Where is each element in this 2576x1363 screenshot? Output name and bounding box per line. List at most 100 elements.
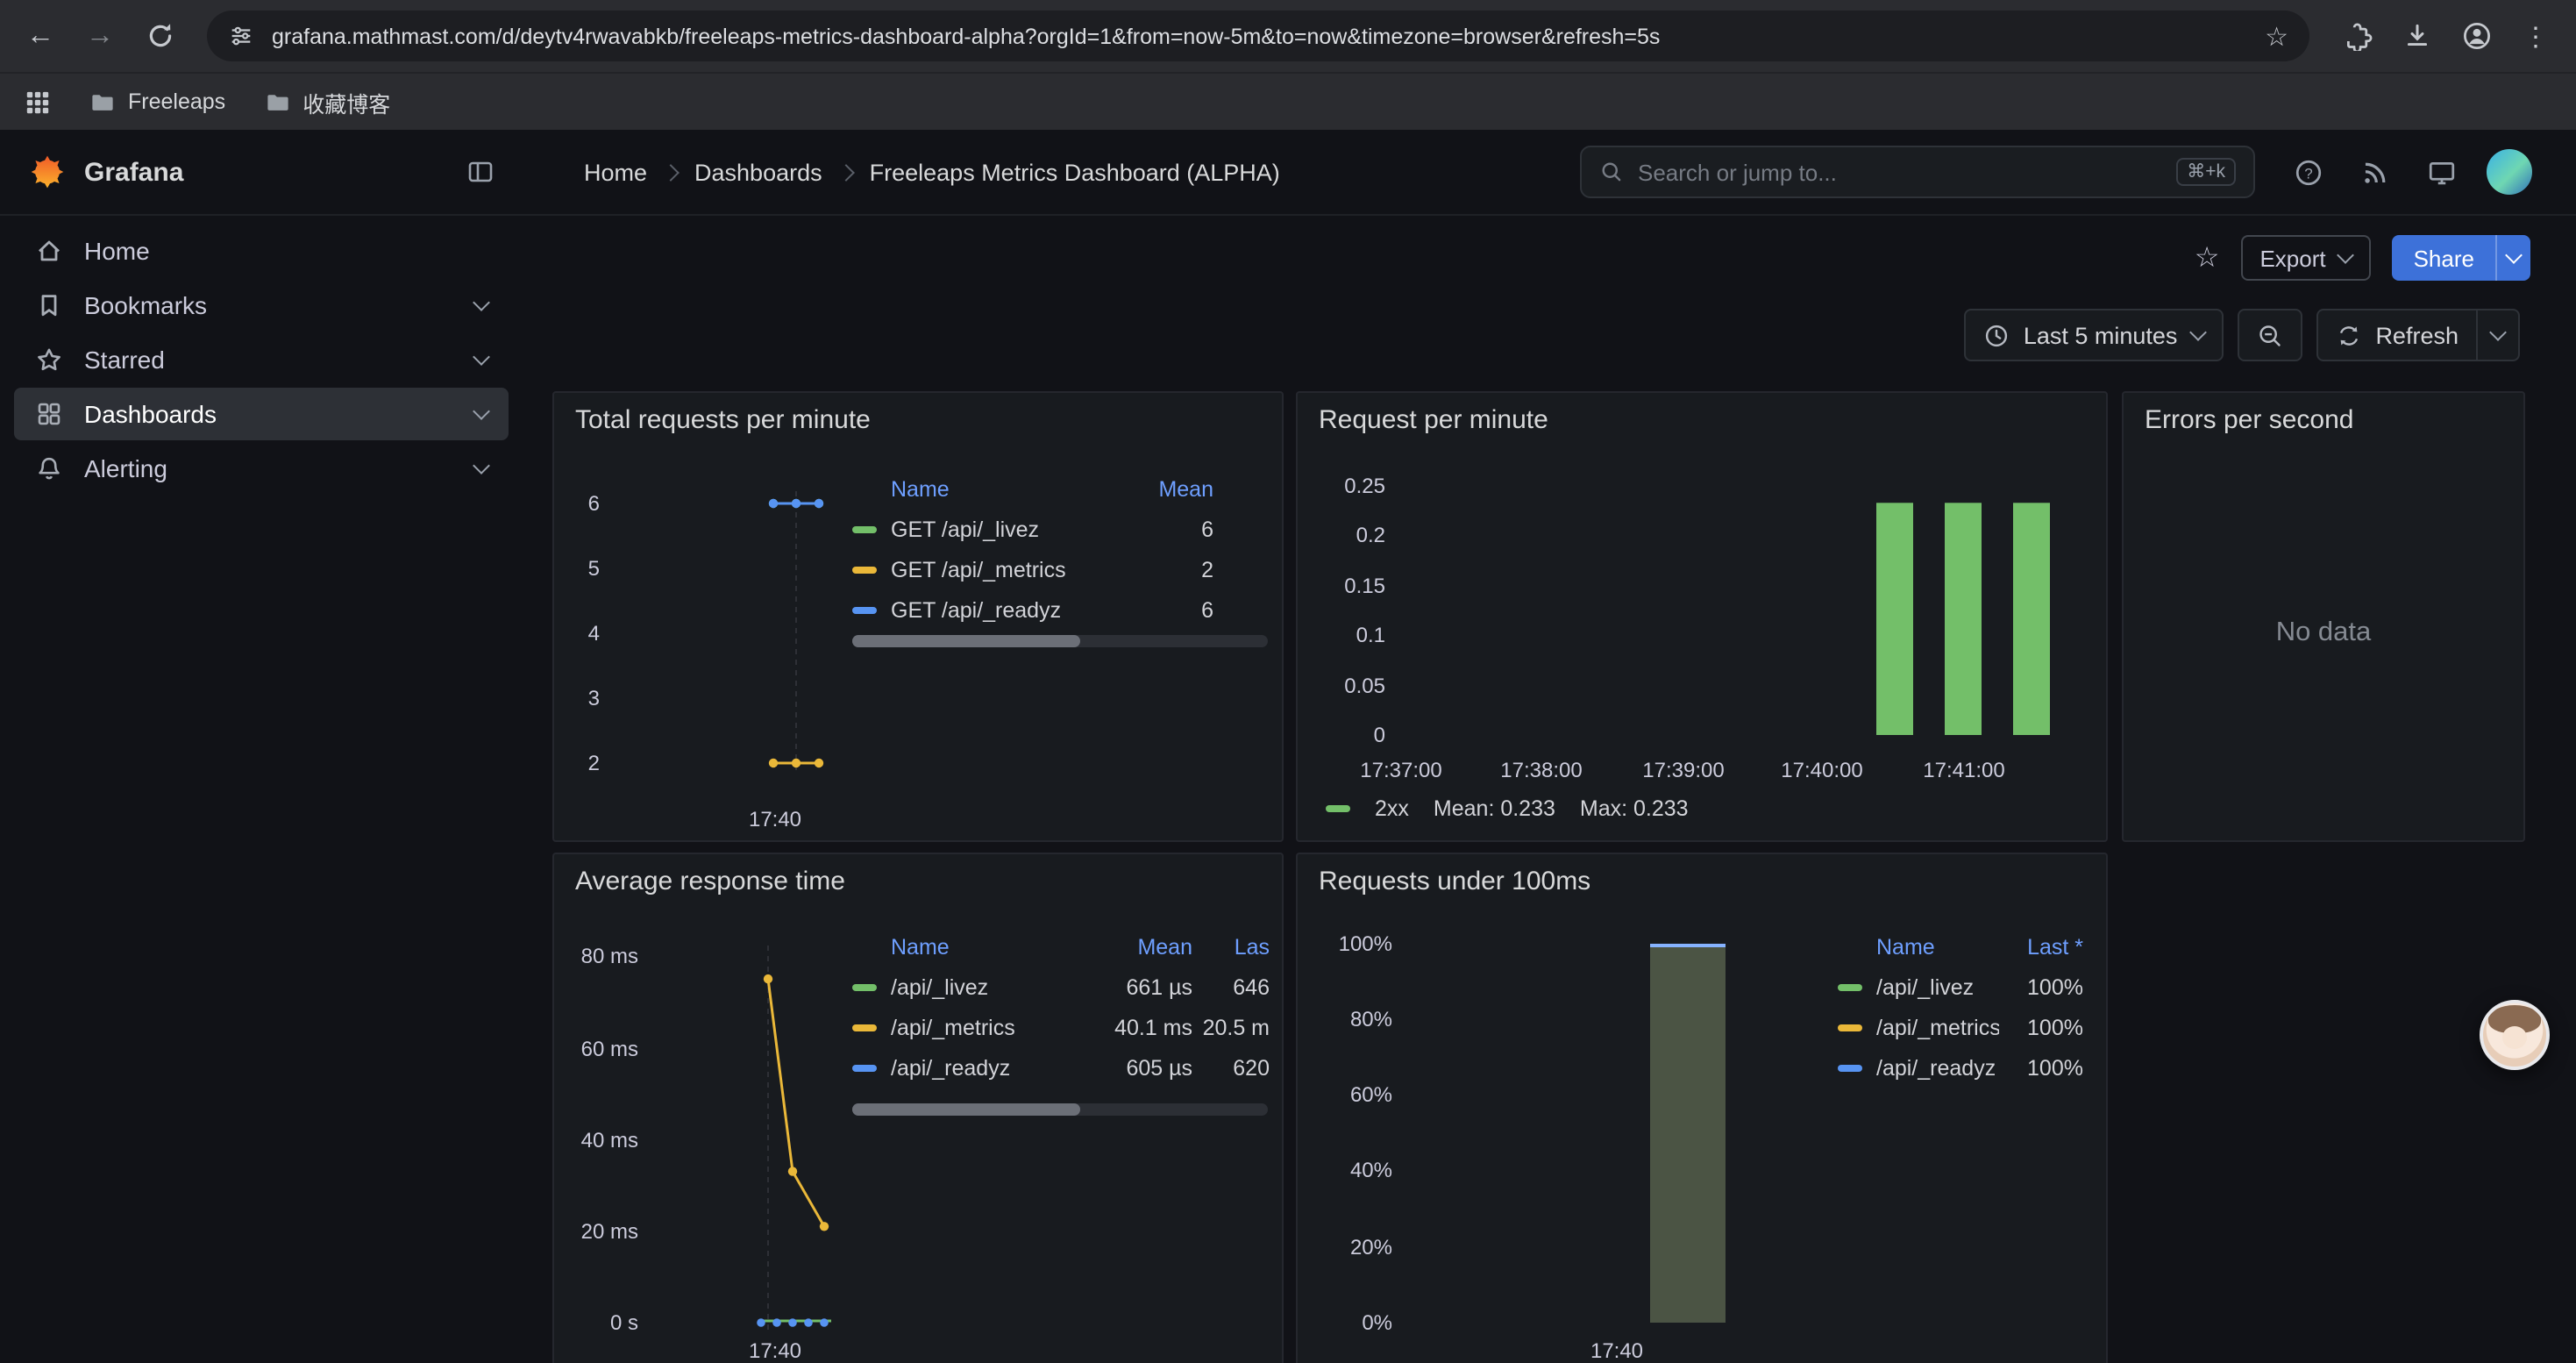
grafana-logo-icon[interactable] bbox=[28, 153, 67, 191]
breadcrumb-separator-icon bbox=[837, 163, 855, 181]
series-color-icon bbox=[852, 1064, 877, 1071]
sidebar-item-alerting[interactable]: Alerting bbox=[14, 442, 509, 495]
menu-kebab-icon[interactable]: ⋮ bbox=[2509, 10, 2562, 62]
time-controls: Last 5 minutes Refresh bbox=[1964, 309, 2520, 361]
legend-header: Name Mean Las bbox=[852, 928, 1270, 967]
export-button[interactable]: Export bbox=[2240, 235, 2371, 281]
legend-row[interactable]: /api/_livez100% bbox=[1838, 967, 2083, 1007]
monitor-icon[interactable] bbox=[2420, 151, 2462, 193]
panel-title[interactable]: Requests under 100ms bbox=[1319, 867, 1590, 896]
sidebar-item-label: Starred bbox=[84, 346, 165, 374]
favorite-star-icon[interactable]: ☆ bbox=[2195, 240, 2220, 275]
legend[interactable]: 2xx Mean: 0.233 Max: 0.233 bbox=[1326, 796, 1689, 821]
bookmark-folder-freeleaps[interactable]: Freeleaps bbox=[89, 89, 225, 115]
forward-icon[interactable]: → bbox=[74, 10, 126, 62]
zoom-out-icon[interactable] bbox=[2237, 309, 2302, 361]
dashboard-content: ☆ Export Share Last 5 minutes bbox=[523, 216, 2576, 1363]
header-icons: ? bbox=[2287, 149, 2532, 195]
svg-text:80 ms: 80 ms bbox=[581, 945, 638, 968]
scrollbar-thumb[interactable] bbox=[852, 635, 1081, 647]
bookmark-star-icon[interactable]: ☆ bbox=[2265, 20, 2288, 52]
series-name: /api/_readyz bbox=[1876, 1055, 1999, 1080]
legend-rows: /api/_livez100%/api/_metrics100%/api/_re… bbox=[1838, 967, 2083, 1088]
share-button[interactable]: Share bbox=[2393, 235, 2495, 281]
legend-col-name[interactable]: Name bbox=[852, 477, 1122, 502]
panel-title[interactable]: Request per minute bbox=[1319, 405, 1548, 435]
extensions-icon[interactable] bbox=[2330, 10, 2383, 62]
user-avatar[interactable] bbox=[2487, 149, 2532, 195]
legend-row[interactable]: /api/_livez661 µs646 bbox=[852, 967, 1270, 1007]
chevron-down-icon[interactable] bbox=[473, 456, 490, 474]
legend-rows: GET /api/_livez6GET /api/_metrics2GET /a… bbox=[852, 509, 1213, 630]
legend-col-name[interactable]: Name bbox=[852, 935, 1080, 960]
legend-scrollbar[interactable] bbox=[852, 1103, 1268, 1116]
reload-icon[interactable] bbox=[133, 10, 186, 62]
legend-row[interactable]: GET /api/_metrics2 bbox=[852, 549, 1213, 589]
svg-text:4: 4 bbox=[588, 622, 600, 646]
chevron-down-icon[interactable] bbox=[473, 293, 490, 310]
profile-icon[interactable] bbox=[2450, 10, 2502, 62]
downloads-icon[interactable] bbox=[2390, 10, 2443, 62]
site-info-icon[interactable] bbox=[228, 23, 254, 49]
grafana-header: Grafana Home Dashboards Freeleaps Metric… bbox=[0, 130, 2576, 216]
sidebar-item-home[interactable]: Home bbox=[14, 225, 509, 277]
series-color-icon bbox=[1326, 805, 1350, 812]
url-text[interactable]: grafana.mathmast.com/d/deytv4rwavabkb/fr… bbox=[272, 24, 2247, 48]
help-icon[interactable]: ? bbox=[2287, 151, 2329, 193]
panel-title[interactable]: Total requests per minute bbox=[575, 405, 871, 435]
legend-col-last[interactable]: Last * bbox=[1999, 935, 2083, 960]
legend-row[interactable]: GET /api/_livez6 bbox=[852, 509, 1213, 549]
grafana-brand: Grafana bbox=[0, 130, 523, 214]
legend-table: Name Mean GET /api/_livez6GET /api/_metr… bbox=[852, 470, 1213, 630]
legend-col-last[interactable]: Las bbox=[1192, 935, 1270, 960]
refresh-interval-dropdown[interactable] bbox=[2478, 309, 2520, 361]
legend-col-mean[interactable]: Mean bbox=[1122, 477, 1213, 502]
legend-col-name[interactable]: Name bbox=[1838, 935, 1999, 960]
url-bar[interactable]: grafana.mathmast.com/d/deytv4rwavabkb/fr… bbox=[207, 11, 2309, 61]
apps-grid-icon[interactable] bbox=[25, 89, 51, 115]
legend-scrollbar[interactable] bbox=[852, 635, 1268, 647]
time-range-label: Last 5 minutes bbox=[2024, 322, 2178, 348]
home-icon bbox=[35, 237, 63, 265]
sidebar-item-dashboards[interactable]: Dashboards bbox=[14, 388, 509, 440]
screen: ← → grafana.mathmast.com/d/deytv4rwavabk… bbox=[0, 0, 2576, 1363]
svg-text:17:40: 17:40 bbox=[749, 808, 801, 831]
chevron-down-icon[interactable] bbox=[473, 347, 490, 365]
star-icon bbox=[35, 346, 63, 374]
series-color-icon bbox=[1838, 1064, 1862, 1071]
back-icon[interactable]: ← bbox=[14, 10, 67, 62]
svg-text:0%: 0% bbox=[1362, 1311, 1392, 1335]
sidebar-item-starred[interactable]: Starred bbox=[14, 333, 509, 386]
search-input[interactable]: Search or jump to... ⌘+k bbox=[1580, 146, 2255, 198]
time-range-picker[interactable]: Last 5 minutes bbox=[1964, 309, 2224, 361]
series-name: /api/_readyz bbox=[891, 1055, 1080, 1080]
legend-col-mean[interactable]: Mean bbox=[1080, 935, 1192, 960]
legend-row[interactable]: /api/_metrics100% bbox=[1838, 1007, 2083, 1047]
panel-requests-under-100ms: Requests under 100ms 100%80%60%40%20%0%1… bbox=[1296, 853, 2108, 1363]
breadcrumb-dashboards[interactable]: Dashboards bbox=[694, 159, 822, 185]
browser-toolbar: ← → grafana.mathmast.com/d/deytv4rwavabk… bbox=[0, 0, 2576, 72]
share-split-button: Share bbox=[2393, 235, 2530, 281]
series-last: 100% bbox=[1999, 1055, 2083, 1080]
refresh-split-button: Refresh bbox=[2316, 309, 2520, 361]
svg-text:80%: 80% bbox=[1350, 1008, 1392, 1031]
legend-row[interactable]: /api/_readyz100% bbox=[1838, 1047, 2083, 1088]
panel-title[interactable]: Errors per second bbox=[2145, 405, 2353, 435]
news-rss-icon[interactable] bbox=[2353, 151, 2395, 193]
breadcrumb-home[interactable]: Home bbox=[584, 159, 647, 185]
series-name: GET /api/_metrics bbox=[891, 557, 1122, 582]
svg-text:0 s: 0 s bbox=[610, 1311, 638, 1335]
legend-row[interactable]: GET /api/_readyz6 bbox=[852, 589, 1213, 630]
sidebar-toggle-icon[interactable] bbox=[466, 158, 495, 186]
scrollbar-thumb[interactable] bbox=[852, 1103, 1081, 1116]
bookmark-folder-blogs[interactable]: 收藏博客 bbox=[264, 85, 390, 118]
svg-text:17:41:00: 17:41:00 bbox=[1923, 759, 2004, 782]
chevron-down-icon[interactable] bbox=[473, 402, 490, 419]
legend-row[interactable]: /api/_readyz605 µs620 bbox=[852, 1047, 1270, 1088]
share-dropdown[interactable] bbox=[2495, 235, 2530, 281]
sidebar-item-bookmarks[interactable]: Bookmarks bbox=[14, 279, 509, 332]
floating-assistant-avatar[interactable] bbox=[2480, 1000, 2550, 1070]
refresh-button[interactable]: Refresh bbox=[2316, 309, 2478, 361]
panel-title[interactable]: Average response time bbox=[575, 867, 845, 896]
legend-row[interactable]: /api/_metrics40.1 ms20.5 m bbox=[852, 1007, 1270, 1047]
